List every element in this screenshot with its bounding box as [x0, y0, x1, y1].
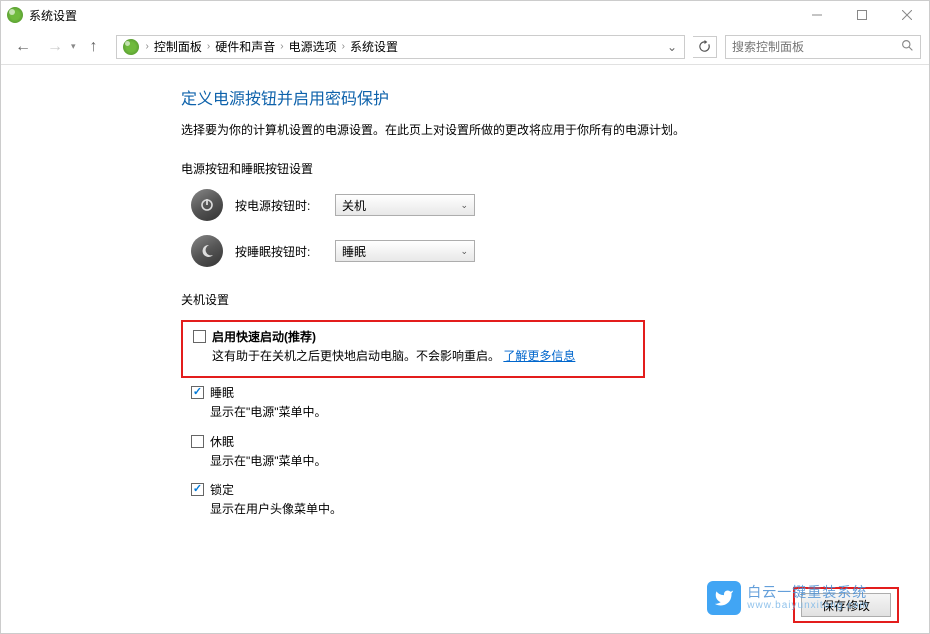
maximize-button[interactable]	[839, 1, 884, 29]
fast-startup-checkbox[interactable]	[193, 330, 206, 343]
sleep-option-label: 睡眠	[210, 384, 899, 402]
button-settings: 按电源按钮时: 关机 ⌄ 按睡眠按钮时: 睡眠 ⌄	[181, 189, 899, 267]
power-icon	[191, 189, 223, 221]
search-icon[interactable]	[901, 39, 914, 55]
window-controls	[794, 1, 929, 29]
power-button-select[interactable]: 关机 ⌄	[335, 194, 475, 216]
chevron-right-icon[interactable]: ›	[204, 41, 213, 52]
watermark-icon	[707, 581, 741, 615]
chevron-right-icon[interactable]: ›	[277, 41, 286, 52]
window-title: 系统设置	[29, 7, 794, 24]
fast-startup-highlight: 启用快速启动(推荐) 这有助于在关机之后更快地启动电脑。不会影响重启。 了解更多…	[181, 320, 645, 378]
lock-checkbox[interactable]	[191, 483, 204, 496]
refresh-button[interactable]	[693, 36, 717, 58]
button-bar: 保存修改 白云一键重装系统 www.baiyunxitong.com	[793, 587, 899, 623]
lock-option-label: 锁定	[210, 481, 899, 499]
chevron-right-icon[interactable]: ›	[143, 41, 152, 52]
shutdown-settings: 启用快速启动(推荐) 这有助于在关机之后更快地启动电脑。不会影响重启。 了解更多…	[181, 320, 899, 519]
breadcrumb: 控制面板 › 硬件和声音 › 电源选项 › 系统设置	[152, 38, 662, 55]
search-input[interactable]	[732, 40, 901, 54]
page-description: 选择要为你的计算机设置的电源设置。在此页上对设置所做的更改将应用于你所有的电源计…	[181, 121, 899, 140]
hibernate-option-row: 休眠 显示在"电源"菜单中。	[181, 433, 899, 471]
main-content: 定义电源按钮并启用密码保护 选择要为你的计算机设置的电源设置。在此页上对设置所做…	[1, 65, 929, 519]
sleep-button-label: 按睡眠按钮时:	[235, 243, 335, 260]
fast-startup-desc: 这有助于在关机之后更快地启动电脑。不会影响重启。 了解更多信息	[212, 347, 633, 366]
back-button[interactable]: ←	[9, 33, 37, 61]
forward-button[interactable]: →	[41, 33, 69, 61]
breadcrumb-item[interactable]: 控制面板	[152, 38, 204, 55]
close-button[interactable]	[884, 1, 929, 29]
shutdown-section-heading: 关机设置	[181, 291, 899, 308]
location-icon	[123, 39, 139, 55]
sleep-option-desc: 显示在"电源"菜单中。	[210, 403, 899, 422]
sleep-button-row: 按睡眠按钮时: 睡眠 ⌄	[191, 235, 899, 267]
toolbar: ← → ▾ ↑ › 控制面板 › 硬件和声音 › 电源选项 › 系统设置 ⌄	[1, 29, 929, 65]
chevron-right-icon[interactable]: ›	[339, 41, 348, 52]
address-dropdown-icon[interactable]: ⌄	[662, 36, 682, 58]
fast-startup-label: 启用快速启动(推荐)	[212, 328, 633, 346]
save-button[interactable]: 保存修改	[801, 593, 891, 617]
sleep-button-select[interactable]: 睡眠 ⌄	[335, 240, 475, 262]
lock-option-desc: 显示在用户头像菜单中。	[210, 500, 899, 519]
lock-option-row: 锁定 显示在用户头像菜单中。	[181, 481, 899, 519]
sleep-icon	[191, 235, 223, 267]
breadcrumb-item[interactable]: 电源选项	[287, 38, 339, 55]
history-dropdown-icon[interactable]: ▾	[71, 41, 76, 52]
address-bar[interactable]: › 控制面板 › 硬件和声音 › 电源选项 › 系统设置 ⌄	[116, 35, 685, 59]
sleep-button-value: 睡眠	[342, 243, 366, 260]
breadcrumb-item[interactable]: 硬件和声音	[213, 38, 277, 55]
title-bar: 系统设置	[1, 1, 929, 29]
save-button-highlight: 保存修改	[793, 587, 899, 623]
sleep-checkbox[interactable]	[191, 386, 204, 399]
up-button[interactable]: ↑	[82, 35, 106, 59]
chevron-down-icon: ⌄	[460, 200, 468, 211]
page-title: 定义电源按钮并启用密码保护	[181, 85, 899, 109]
minimize-button[interactable]	[794, 1, 839, 29]
power-button-label: 按电源按钮时:	[235, 197, 335, 214]
learn-more-link[interactable]: 了解更多信息	[503, 349, 575, 363]
hibernate-option-label: 休眠	[210, 433, 899, 451]
sleep-option-row: 睡眠 显示在"电源"菜单中。	[181, 384, 899, 422]
hibernate-checkbox[interactable]	[191, 435, 204, 448]
power-button-value: 关机	[342, 197, 366, 214]
hibernate-option-desc: 显示在"电源"菜单中。	[210, 452, 899, 471]
button-section-heading: 电源按钮和睡眠按钮设置	[181, 160, 899, 177]
search-box[interactable]	[725, 35, 921, 59]
chevron-down-icon: ⌄	[460, 246, 468, 257]
app-icon	[7, 7, 23, 23]
power-button-row: 按电源按钮时: 关机 ⌄	[191, 189, 899, 221]
breadcrumb-item[interactable]: 系统设置	[348, 38, 400, 55]
fast-startup-row: 启用快速启动(推荐) 这有助于在关机之后更快地启动电脑。不会影响重启。 了解更多…	[193, 328, 633, 366]
